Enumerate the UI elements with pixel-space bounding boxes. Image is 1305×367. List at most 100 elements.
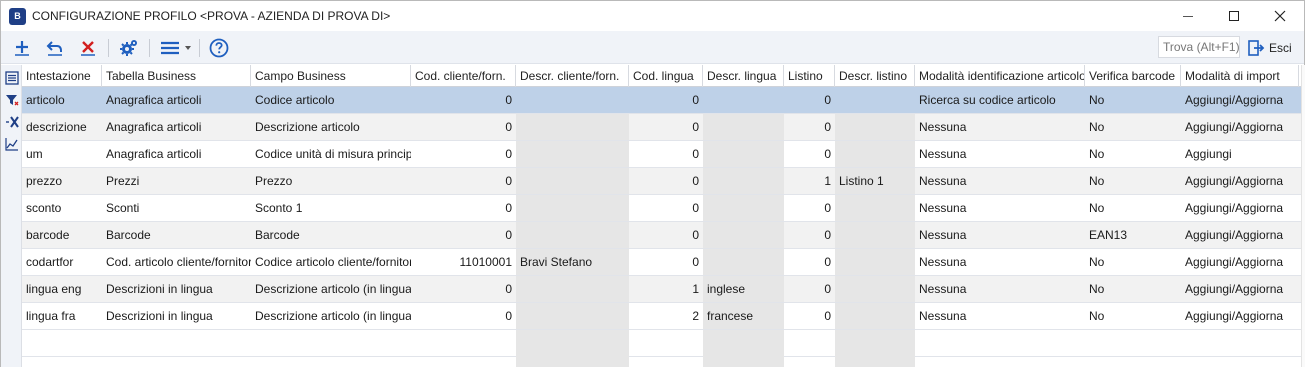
col-modalita-import-cell[interactable]: Aggiungi bbox=[1181, 141, 1299, 167]
col-descr-listino-cell[interactable] bbox=[835, 222, 915, 248]
col-verifica-barcode-cell[interactable]: No bbox=[1085, 168, 1181, 194]
col-descr-listino-cell[interactable] bbox=[835, 87, 915, 113]
table-row[interactable]: descrizione Anagrafica articoli Descrizion… bbox=[22, 114, 1301, 141]
col-descr-lingua-cell[interactable] bbox=[703, 87, 784, 113]
table-row[interactable]: codartfor Cod. articolo cliente/fornitori… bbox=[22, 249, 1301, 276]
col-intestazione-cell[interactable]: articolo bbox=[22, 87, 102, 113]
vertical-scrollbar[interactable] bbox=[1301, 65, 1305, 367]
col-verifica-barcode-cell[interactable]: EAN13 bbox=[1085, 222, 1181, 248]
col-campo-business-cell[interactable]: Sconto 1 bbox=[251, 195, 411, 221]
col-intestazione-cell[interactable]: descrizione bbox=[22, 114, 102, 140]
col-campo-business-cell[interactable]: Prezzo bbox=[251, 168, 411, 194]
col-intestazione-cell[interactable]: lingua fra bbox=[22, 303, 102, 329]
col-modalita-import-cell[interactable]: Aggiungi/Aggiorna bbox=[1181, 303, 1299, 329]
menu-button[interactable] bbox=[157, 35, 197, 61]
col-descr-lingua-cell[interactable]: inglese bbox=[703, 276, 784, 302]
col-intestazione-cell[interactable]: prezzo bbox=[22, 168, 102, 194]
col-tabella-business-cell[interactable]: Descrizioni in lingua bbox=[102, 276, 251, 302]
col-campo-business-cell[interactable]: Descrizione articolo (in lingua) bbox=[251, 303, 411, 329]
col-cod-cliente-forn-cell[interactable]: 0 bbox=[411, 141, 516, 167]
col-descr-lingua-cell[interactable] bbox=[703, 114, 784, 140]
col-cod-cliente-forn-cell[interactable]: 0 bbox=[411, 114, 516, 140]
col-cod-lingua-cell[interactable]: 0 bbox=[629, 249, 703, 275]
col-listino-cell[interactable]: 0 bbox=[784, 303, 835, 329]
col-cod-lingua-cell[interactable]: 0 bbox=[629, 222, 703, 248]
col-descr-lingua-cell[interactable]: francese bbox=[703, 303, 784, 329]
col-modalita-import-header[interactable]: Modalità di import bbox=[1181, 65, 1299, 87]
col-verifica-barcode-cell[interactable]: No bbox=[1085, 195, 1181, 221]
col-modalita-identificazione-cell[interactable]: Nessuna bbox=[915, 303, 1085, 329]
col-cod-lingua-cell[interactable]: 0 bbox=[629, 168, 703, 194]
col-modalita-identificazione-cell[interactable]: Nessuna bbox=[915, 141, 1085, 167]
col-modalita-import-cell[interactable]: Aggiungi/Aggiorna bbox=[1181, 249, 1299, 275]
col-cod-cliente-forn-cell[interactable]: 0 bbox=[411, 222, 516, 248]
col-cod-cliente-forn-cell[interactable]: 11010001 bbox=[411, 249, 516, 275]
col-campo-business-cell[interactable]: Codice articolo cliente/fornitore bbox=[251, 249, 411, 275]
col-tabella-business-cell[interactable]: Sconti bbox=[102, 195, 251, 221]
col-descr-lingua-cell[interactable] bbox=[703, 222, 784, 248]
col-cod-cliente-forn-cell[interactable]: 0 bbox=[411, 195, 516, 221]
col-tabella-business-cell[interactable]: Descrizioni in lingua bbox=[102, 303, 251, 329]
col-tabella-business-cell[interactable]: Anagrafica articoli bbox=[102, 141, 251, 167]
col-descr-cliente-forn-cell[interactable] bbox=[516, 114, 629, 140]
col-cod-lingua-cell[interactable]: 0 bbox=[629, 114, 703, 140]
col-descr-cliente-forn-cell[interactable] bbox=[516, 222, 629, 248]
add-button[interactable] bbox=[9, 35, 35, 61]
table-row[interactable]: lingua eng Descrizioni in lingua Descrizio… bbox=[22, 276, 1301, 303]
list-view-button[interactable] bbox=[3, 69, 20, 86]
col-modalita-identificazione-cell[interactable]: Nessuna bbox=[915, 195, 1085, 221]
col-tabella-business-header[interactable]: Tabella Business bbox=[102, 65, 251, 87]
col-intestazione-cell[interactable]: lingua eng bbox=[22, 276, 102, 302]
col-intestazione-cell[interactable]: codartfor bbox=[22, 249, 102, 275]
table-row[interactable]: um Anagrafica articoli Codice unità di mis… bbox=[22, 141, 1301, 168]
col-verifica-barcode-header[interactable]: Verifica barcode bbox=[1085, 65, 1181, 87]
close-button[interactable] bbox=[1257, 1, 1303, 31]
col-campo-business-cell[interactable]: Codice articolo bbox=[251, 87, 411, 113]
col-modalita-identificazione-cell[interactable]: Nessuna bbox=[915, 276, 1085, 302]
table-row[interactable]: barcode Barcode Barcode 0 0 0 Nessuna EAN13 Aggi… bbox=[22, 222, 1301, 249]
col-campo-business-cell[interactable]: Barcode bbox=[251, 222, 411, 248]
col-verifica-barcode-cell[interactable]: No bbox=[1085, 249, 1181, 275]
col-cod-lingua-cell[interactable]: 0 bbox=[629, 87, 703, 113]
col-descr-cliente-forn-cell[interactable] bbox=[516, 168, 629, 194]
col-descr-lingua-cell[interactable] bbox=[703, 195, 784, 221]
col-descr-lingua-header[interactable]: Descr. lingua bbox=[703, 65, 784, 87]
col-modalita-identificazione-header[interactable]: Modalità identificazione articolo bbox=[915, 65, 1085, 87]
col-tabella-business-cell[interactable]: Anagrafica articoli bbox=[102, 114, 251, 140]
col-intestazione-header[interactable]: Intestazione bbox=[22, 65, 102, 87]
col-cod-cliente-forn-cell[interactable]: 0 bbox=[411, 276, 516, 302]
col-verifica-barcode-cell[interactable]: No bbox=[1085, 87, 1181, 113]
filter-button[interactable] bbox=[3, 91, 20, 108]
col-descr-lingua-cell[interactable] bbox=[703, 249, 784, 275]
col-tabella-business-cell[interactable]: Cod. articolo cliente/fornitori bbox=[102, 249, 251, 275]
col-listino-header[interactable]: Listino bbox=[784, 65, 835, 87]
col-descr-listino-cell[interactable]: Listino 1 bbox=[835, 168, 915, 194]
col-campo-business-header[interactable]: Campo Business bbox=[251, 65, 411, 87]
col-listino-cell[interactable]: 0 bbox=[784, 222, 835, 248]
col-descr-cliente-forn-cell[interactable]: Bravi Stefano bbox=[516, 249, 629, 275]
table-row[interactable]: sconto Sconti Sconto 1 0 0 0 Nessuna No Aggiungi… bbox=[22, 195, 1301, 222]
col-descr-cliente-forn-cell[interactable] bbox=[516, 141, 629, 167]
new-row[interactable] bbox=[22, 330, 1301, 367]
table-row[interactable]: lingua fra Descrizioni in lingua Descrizio… bbox=[22, 303, 1301, 330]
col-verifica-barcode-cell[interactable]: No bbox=[1085, 303, 1181, 329]
col-modalita-identificazione-cell[interactable]: Nessuna bbox=[915, 114, 1085, 140]
minimize-button[interactable] bbox=[1165, 1, 1211, 31]
col-modalita-import-cell[interactable]: Aggiungi/Aggiorna bbox=[1181, 114, 1299, 140]
col-tabella-business-cell[interactable]: Anagrafica articoli bbox=[102, 87, 251, 113]
col-modalita-import-cell[interactable]: Aggiungi/Aggiorna bbox=[1181, 276, 1299, 302]
col-modalita-import-cell[interactable]: Aggiungi/Aggiorna bbox=[1181, 222, 1299, 248]
col-intestazione-cell[interactable]: um bbox=[22, 141, 102, 167]
col-modalita-identificazione-cell[interactable]: Nessuna bbox=[915, 249, 1085, 275]
col-descr-cliente-forn-cell[interactable] bbox=[516, 87, 629, 113]
col-cod-cliente-forn-header[interactable]: Cod. cliente/forn. bbox=[411, 65, 516, 87]
col-cod-cliente-forn-cell[interactable]: 0 bbox=[411, 87, 516, 113]
undo-button[interactable] bbox=[42, 35, 68, 61]
col-modalita-import-cell[interactable]: Aggiungi/Aggiorna bbox=[1181, 195, 1299, 221]
col-cod-lingua-cell[interactable]: 2 bbox=[629, 303, 703, 329]
col-tabella-business-cell[interactable]: Prezzi bbox=[102, 168, 251, 194]
col-modalita-import-cell[interactable]: Aggiungi/Aggiorna bbox=[1181, 168, 1299, 194]
col-verifica-barcode-cell[interactable]: No bbox=[1085, 141, 1181, 167]
col-descr-cliente-forn-header[interactable]: Descr. cliente/forn. bbox=[516, 65, 629, 87]
col-modalita-identificazione-cell[interactable]: Ricerca su codice articolo bbox=[915, 87, 1085, 113]
